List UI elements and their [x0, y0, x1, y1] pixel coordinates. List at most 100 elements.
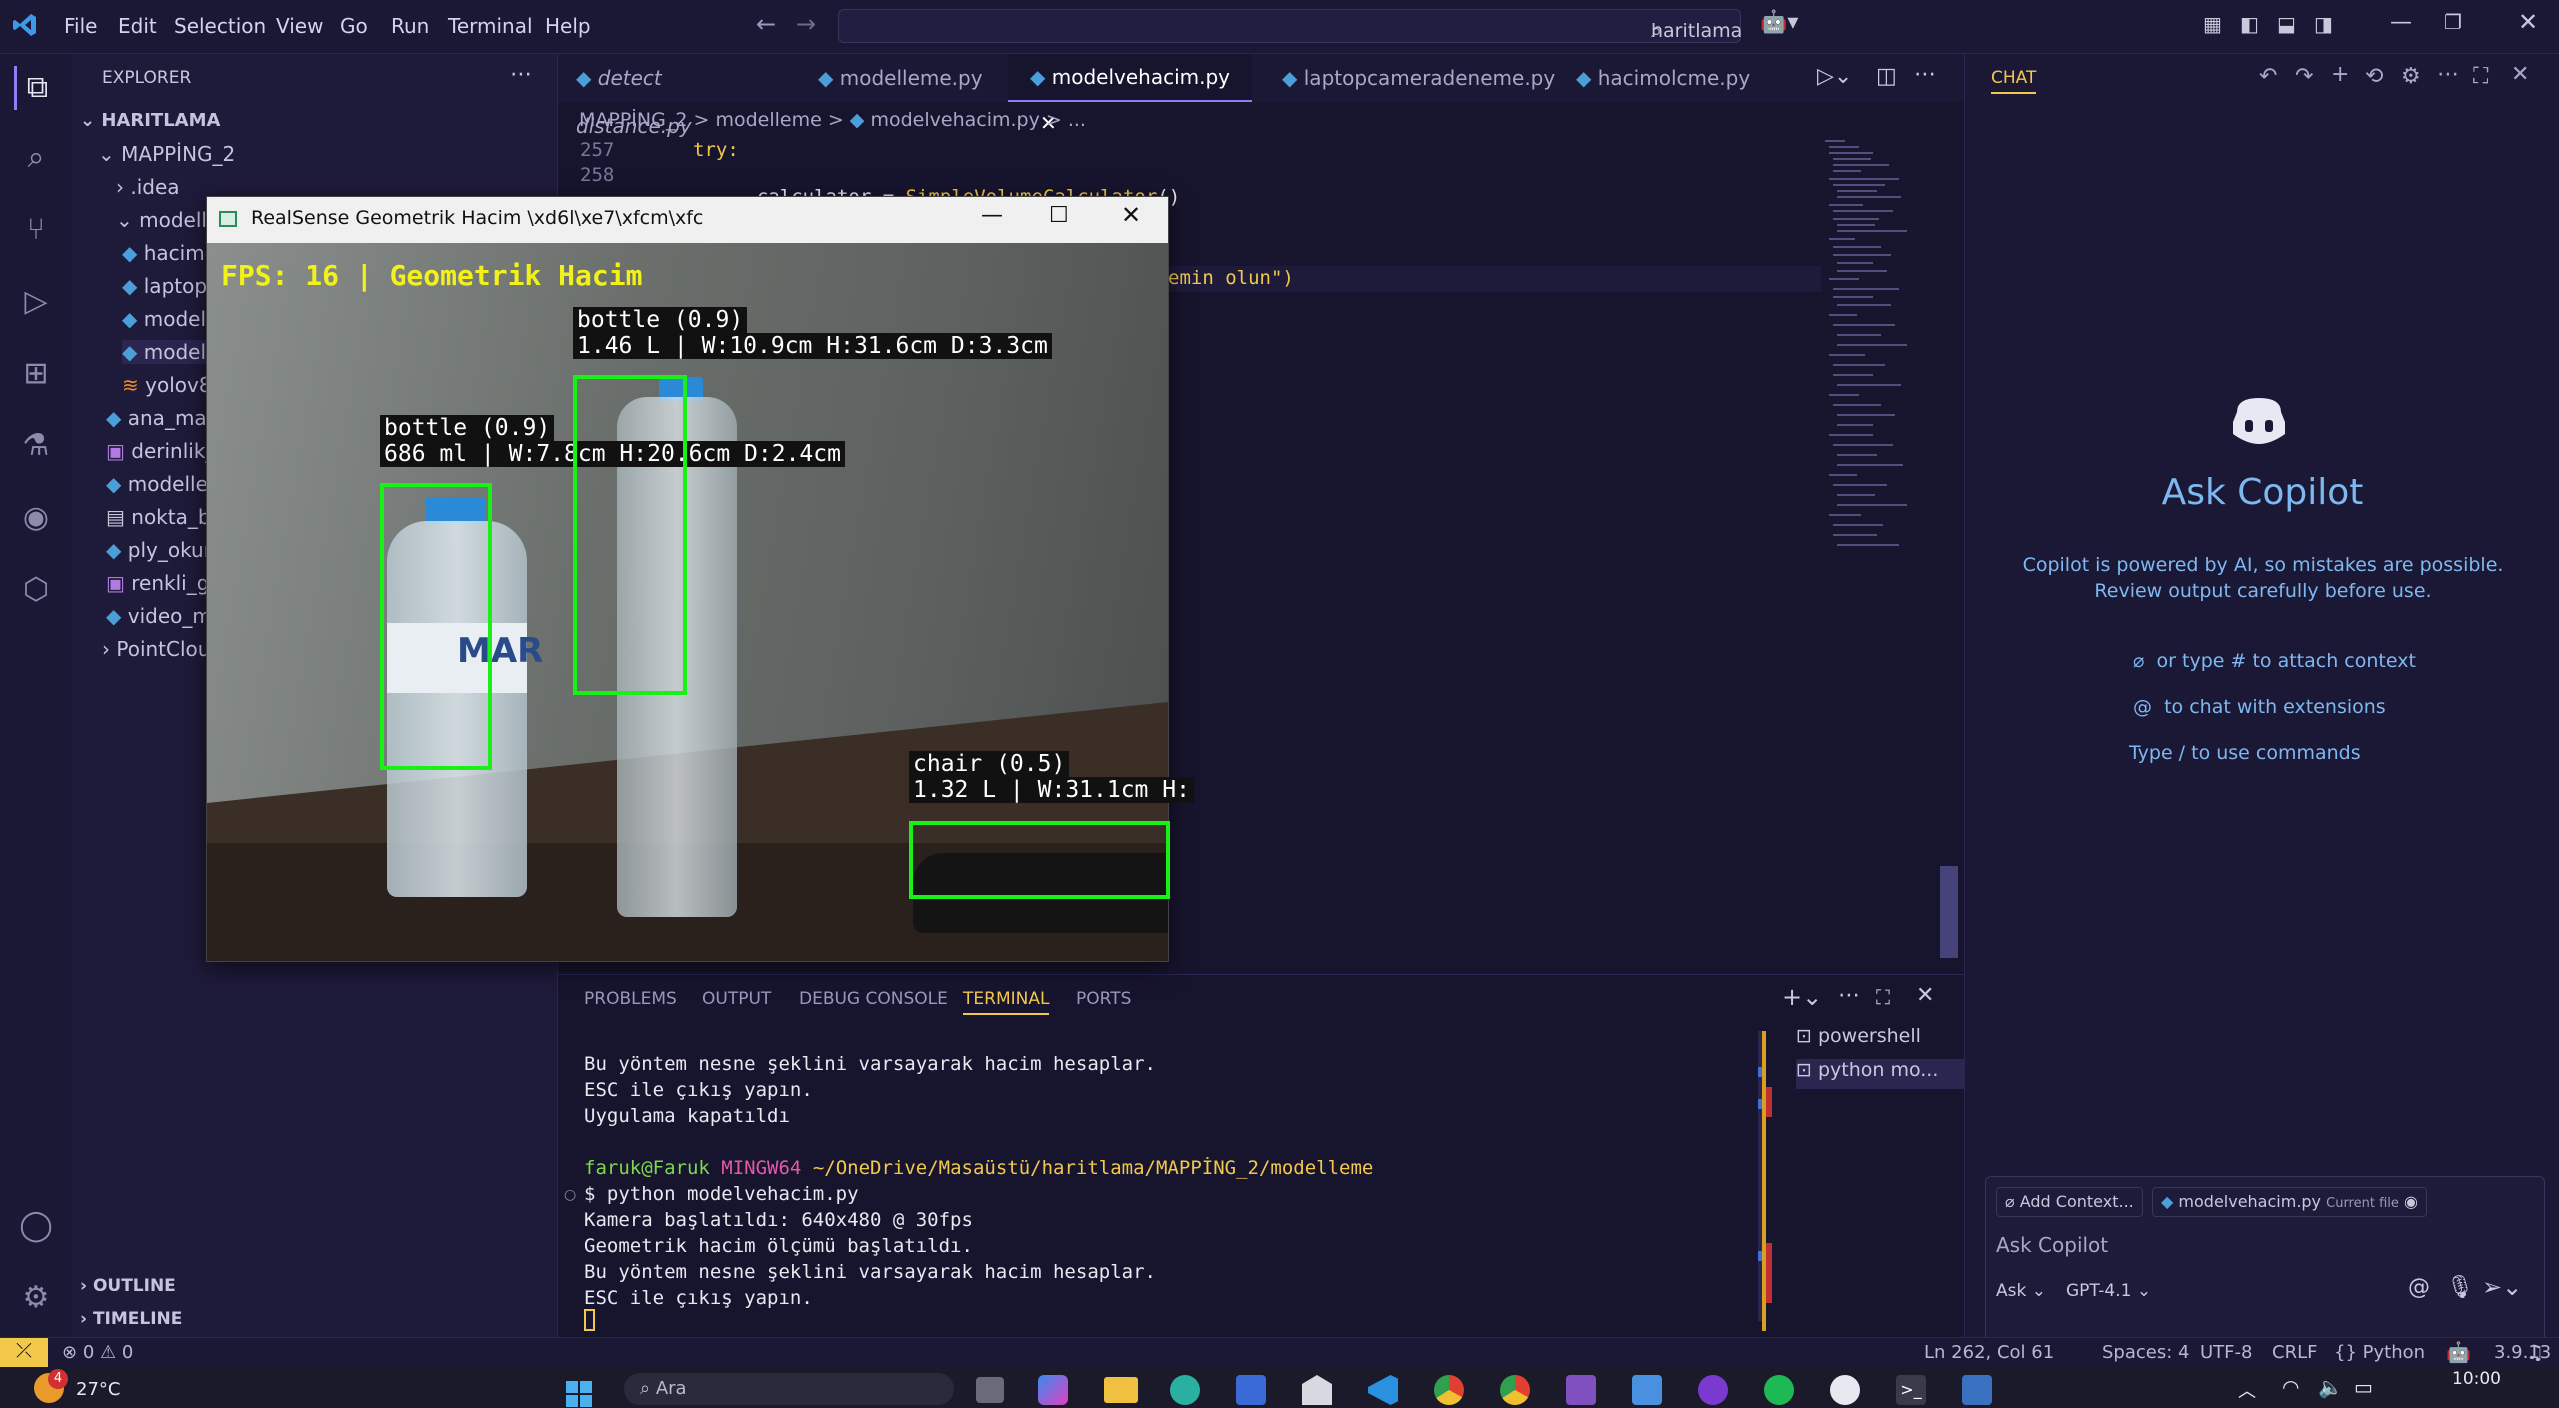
cursor-position[interactable]: Ln 262, Col 61: [1924, 1342, 2054, 1363]
volume-icon[interactable]: 🔈: [2318, 1375, 2343, 1399]
tree-item[interactable]: ▤ nokta_b: [106, 505, 211, 529]
menu-terminal[interactable]: Terminal: [448, 14, 533, 38]
close-panel-icon[interactable]: ✕: [1916, 983, 1934, 1008]
tab-hacimolcme[interactable]: ◆ hacimolcme.py: [1576, 54, 1750, 102]
tree-item[interactable]: ◆ hacimo: [122, 241, 217, 265]
editor-scrollbar-thumb[interactable]: [1940, 866, 1958, 958]
tree-item[interactable]: ◆ modelle: [106, 472, 208, 496]
tree-item[interactable]: ◆ ana_map: [106, 406, 219, 430]
menu-go[interactable]: Go: [340, 14, 368, 38]
run-debug-icon[interactable]: ▷: [14, 280, 58, 324]
chat-more-icon[interactable]: ⋯: [2437, 62, 2459, 87]
tree-item[interactable]: ▣ derinlik_: [106, 439, 215, 463]
more-actions-icon[interactable]: ⋯: [510, 62, 532, 87]
send-icon[interactable]: ➢⌄: [2482, 1273, 2522, 1301]
copilot-menu-icon[interactable]: 🤖▾: [1760, 10, 1798, 35]
indentation[interactable]: Spaces: 4: [2102, 1342, 2189, 1363]
wifi-icon[interactable]: ◠: [2282, 1375, 2299, 1399]
mode-select[interactable]: Ask ⌄: [1996, 1281, 2046, 1301]
camera-window-icon[interactable]: [1962, 1375, 1992, 1405]
app-purple-icon[interactable]: [1698, 1375, 1728, 1405]
minimize-icon[interactable]: —: [2390, 10, 2412, 35]
run-file-icon[interactable]: ▷⌄: [1817, 64, 1852, 89]
notifications-bell-icon[interactable]: ♫: [2526, 1340, 2544, 1364]
tab-modelleme[interactable]: ◆ modelleme.py: [808, 54, 1038, 102]
panel-tab-terminal[interactable]: TERMINAL: [963, 989, 1050, 1015]
camera-minimize-icon[interactable]: —: [981, 203, 1003, 228]
forward-arrow-icon[interactable]: →: [796, 10, 816, 38]
breadcrumb-item[interactable]: modelleme: [715, 109, 821, 131]
microphone-icon[interactable]: 🎙: [2446, 1275, 2474, 1300]
chrome-profile-icon[interactable]: [1500, 1375, 1530, 1405]
tree-item[interactable]: ◆ laptop: [122, 274, 207, 298]
battery-icon[interactable]: ▭: [2354, 1375, 2373, 1399]
redo-icon[interactable]: ↷: [2295, 64, 2313, 89]
minimap[interactable]: [1823, 138, 1943, 658]
tree-root[interactable]: ⌄ HARITLAMA: [80, 110, 220, 131]
edge-icon[interactable]: [1170, 1375, 1200, 1405]
timeline-section[interactable]: › TIMELINE: [80, 1309, 182, 1329]
current-file-chip[interactable]: ◆ modelvehacim.py Current file ◉: [2152, 1187, 2427, 1217]
store-icon[interactable]: [1236, 1375, 1266, 1405]
tree-item[interactable]: ◆ modell: [122, 307, 212, 331]
vscode-taskbar-icon[interactable]: [1368, 1375, 1398, 1405]
menu-run[interactable]: Run: [391, 14, 429, 38]
testing-flask-icon[interactable]: ⚗: [14, 424, 58, 468]
problems-indicator[interactable]: ⊗ 0 ⚠ 0: [62, 1342, 133, 1363]
chrome-icon[interactable]: [1434, 1375, 1464, 1405]
source-control-icon[interactable]: ⑂: [14, 208, 58, 252]
line-ending[interactable]: CRLF: [2272, 1342, 2317, 1363]
encoding[interactable]: UTF-8: [2200, 1342, 2252, 1363]
tab-laptopcameradeneme[interactable]: ◆ laptopcameradeneme.py: [1282, 54, 1555, 102]
breadcrumb-item[interactable]: MAPPİNG_2: [579, 109, 687, 131]
chat-maximize-icon[interactable]: ⛶: [2473, 64, 2488, 89]
close-window-icon[interactable]: ✕: [2518, 8, 2538, 36]
terminal-app-icon[interactable]: >_: [1896, 1375, 1926, 1405]
camera-maximize-icon[interactable]: ☐: [1049, 203, 1069, 228]
tree-item[interactable]: ⌄ modelle: [116, 208, 219, 232]
github-icon[interactable]: ◉: [14, 496, 58, 540]
search-view-icon[interactable]: ⌕: [14, 136, 58, 180]
windows-start-icon[interactable]: [566, 1381, 592, 1407]
chat-input[interactable]: Ask Copilot: [1996, 1233, 2108, 1257]
remote-indicator-icon[interactable]: ⤫: [0, 1338, 48, 1368]
chat-settings-gear-icon[interactable]: ⚙: [2401, 64, 2421, 89]
tree-item[interactable]: › .idea: [116, 175, 180, 199]
panel-tab-debug-console[interactable]: DEBUG CONSOLE: [799, 989, 948, 1009]
add-context-button[interactable]: ⌀ Add Context...: [1996, 1187, 2143, 1217]
toggle-panel-icon[interactable]: ⬓: [2277, 12, 2296, 36]
menu-view[interactable]: View: [276, 14, 323, 38]
account-icon[interactable]: ◯: [14, 1204, 58, 1248]
tray-chevron-icon[interactable]: ︿: [2238, 1377, 2256, 1403]
terminal-list-python[interactable]: ⊡ python mo...: [1796, 1059, 1964, 1089]
layout-customize-icon[interactable]: ▦: [2203, 12, 2222, 36]
undo-icon[interactable]: ↶: [2259, 64, 2277, 89]
notepad-icon[interactable]: [1632, 1375, 1662, 1405]
app-icon[interactable]: [1302, 1375, 1332, 1405]
spotify-icon[interactable]: [1764, 1375, 1794, 1405]
breadcrumb-item[interactable]: modelvehacim.py: [870, 109, 1039, 131]
explorer-icon[interactable]: ⧉: [14, 66, 58, 110]
terminal-list-powershell[interactable]: ⊡ powershell: [1796, 1025, 1964, 1055]
file-explorer-icon[interactable]: [1104, 1377, 1138, 1403]
task-view-icon[interactable]: [976, 1377, 1004, 1403]
breadcrumb-item[interactable]: ...: [1068, 109, 1086, 131]
new-terminal-icon[interactable]: +⌄: [1782, 983, 1822, 1011]
camera-window-titlebar[interactable]: RealSense Geometrik Hacim \xd6l\xe7\xfcm…: [207, 197, 1168, 243]
menu-help[interactable]: Help: [545, 14, 591, 38]
history-icon[interactable]: ⟲: [2365, 64, 2383, 89]
chat-header[interactable]: CHAT: [1991, 68, 2037, 94]
tab-detect-distance[interactable]: ◆ detect distance.py: [558, 54, 778, 138]
tree-folder-mapping2[interactable]: ⌄ MAPPİNG_2: [98, 142, 235, 166]
toggle-secondary-sidebar-icon[interactable]: ◨: [2314, 12, 2333, 36]
panel-tab-output[interactable]: OUTPUT: [702, 989, 771, 1009]
containers-icon[interactable]: ⬡: [14, 568, 58, 612]
mention-icon[interactable]: @: [2408, 1275, 2430, 1300]
tree-item[interactable]: ◆ ply_okur: [106, 538, 212, 562]
tab-modelvehacim[interactable]: ◆ modelvehacim.py ✕: [1008, 54, 1252, 135]
tree-item[interactable]: ▣ renkli_g: [106, 571, 209, 595]
tree-item[interactable]: ◆ video_m: [106, 604, 212, 628]
maximize-panel-icon[interactable]: ⛶: [1876, 985, 1890, 1009]
chat-close-icon[interactable]: ✕: [2511, 62, 2529, 87]
clock-time[interactable]: 10:00: [2452, 1369, 2501, 1389]
